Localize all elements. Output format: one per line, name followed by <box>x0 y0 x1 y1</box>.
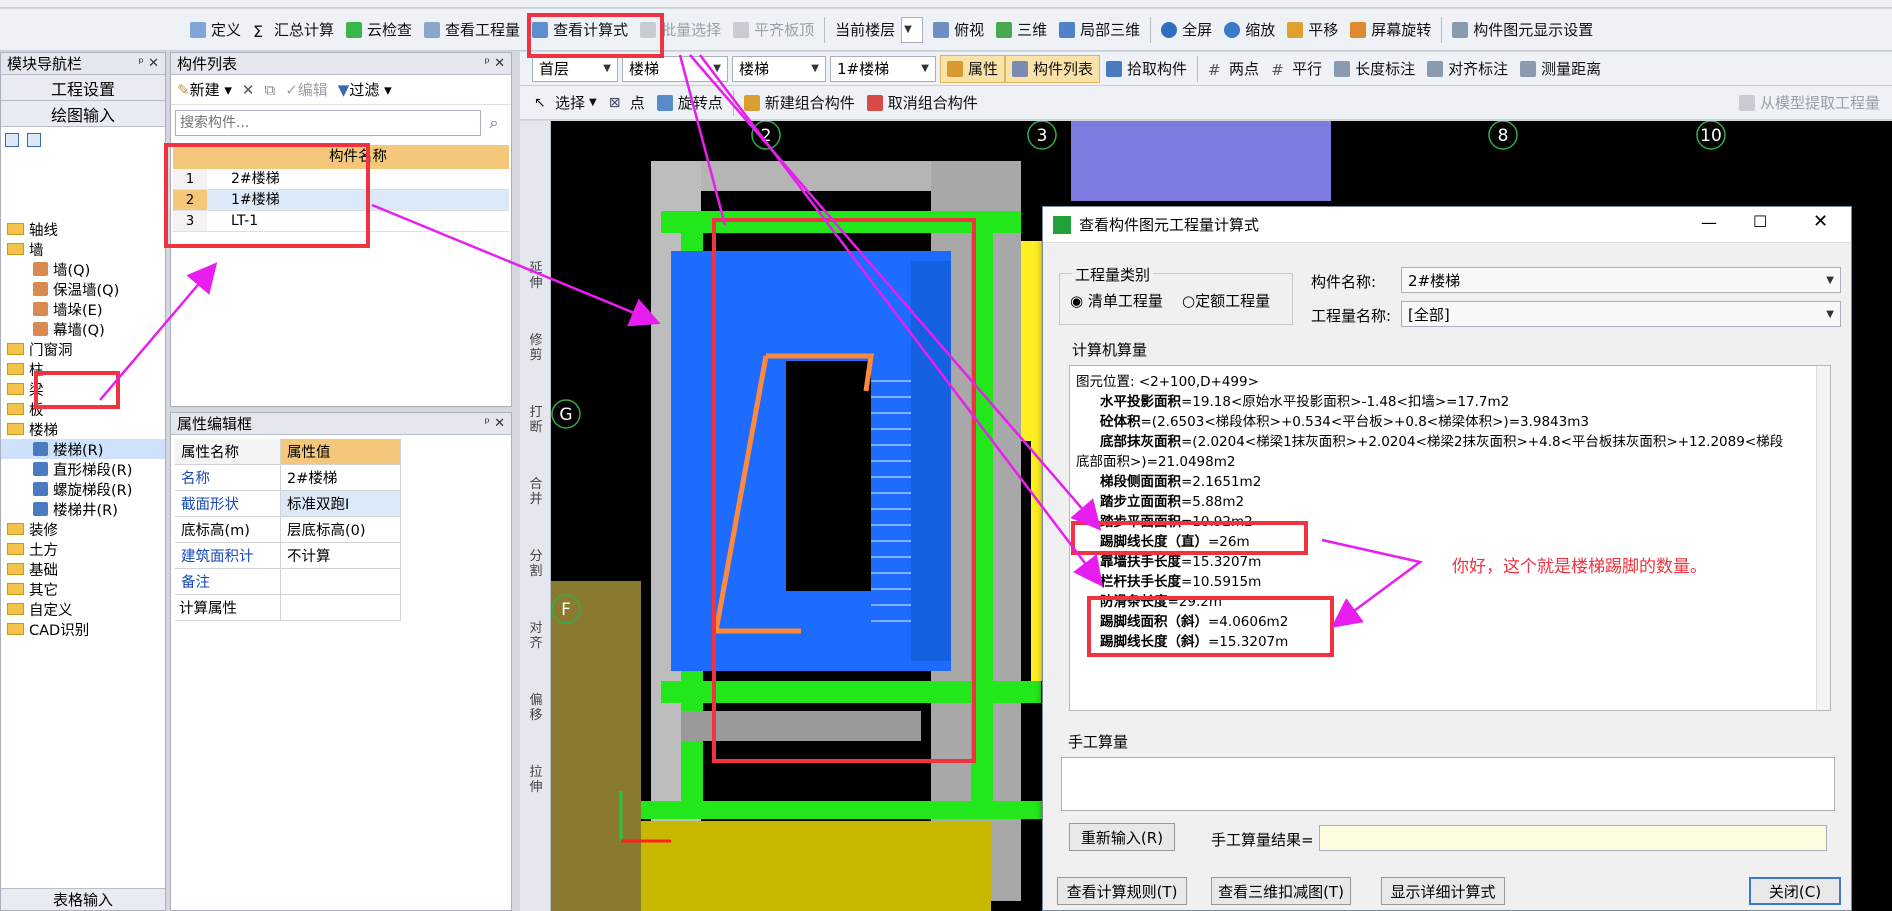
arrow-line <box>699 54 1104 587</box>
annotation-text: 你好，这个就是楼梯踢脚的数量。 <box>1452 557 1707 577</box>
annotation-arrows <box>99 54 1423 628</box>
arrow-line <box>689 54 1102 531</box>
arrow-line <box>371 203 661 327</box>
arrow-line <box>1321 538 1423 628</box>
arrow-line <box>99 262 218 401</box>
